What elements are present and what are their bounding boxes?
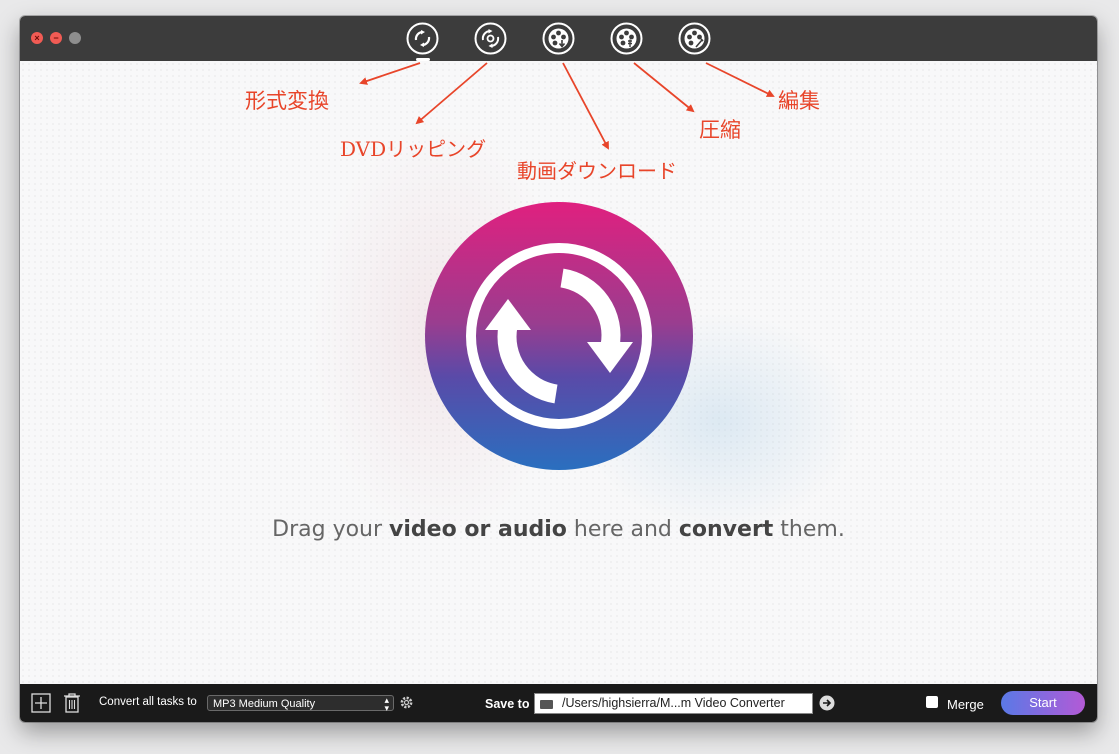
annotation-arrow-download [562, 62, 609, 150]
annotation-arrow-dvd [415, 62, 488, 125]
annotation-arrow-compress [633, 62, 695, 113]
annotation-compress: 圧縮 [699, 118, 741, 142]
annotation-video-download: 動画ダウンロード [517, 159, 677, 183]
annotation-edit: 編集 [778, 89, 820, 113]
annotation-arrows [359, 62, 775, 150]
annotation-arrow-edit [705, 62, 775, 97]
annotation-convert: 形式変換 [245, 89, 329, 113]
annotation-arrow-convert [359, 62, 421, 85]
annotation-dvd-ripping: DVDリッピング [340, 137, 487, 161]
